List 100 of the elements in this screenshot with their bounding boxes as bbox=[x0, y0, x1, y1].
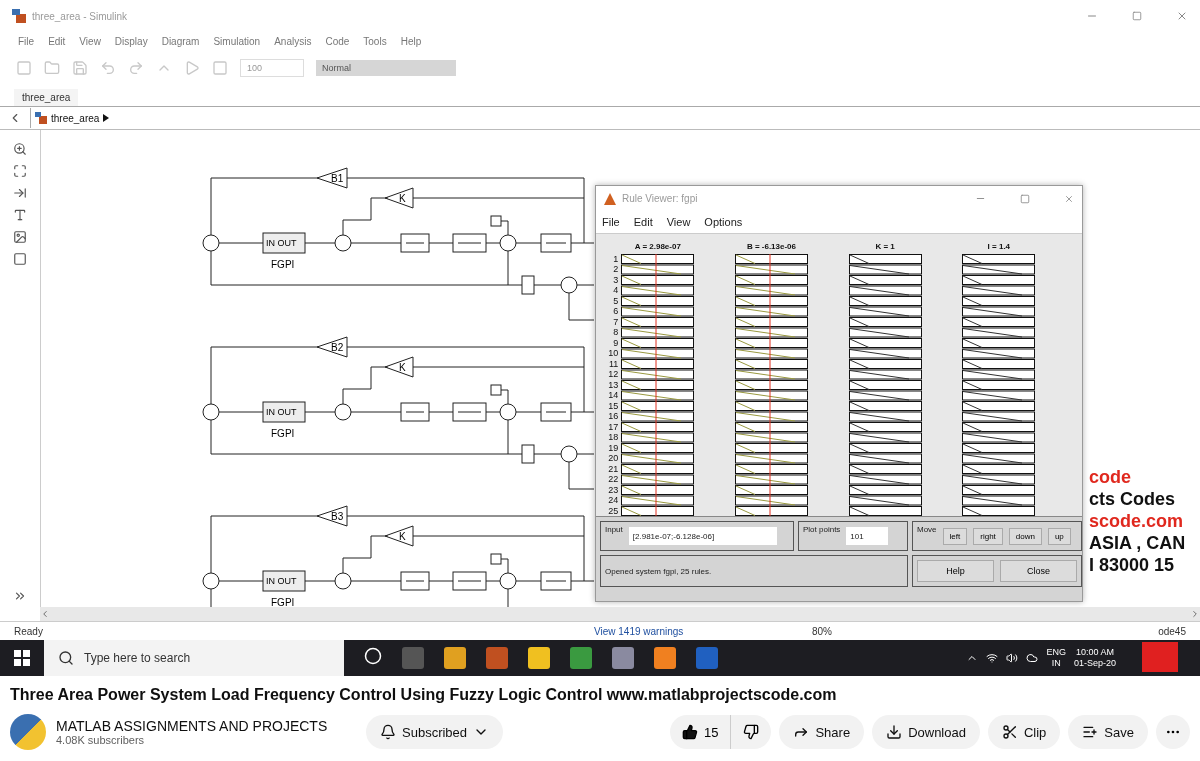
clock-date[interactable]: 01-Sep-20 bbox=[1073, 658, 1116, 669]
wifi-icon[interactable] bbox=[986, 652, 999, 664]
move-button[interactable]: up bbox=[1047, 527, 1071, 545]
arrow-icon[interactable] bbox=[13, 186, 27, 200]
language-text[interactable]: ENG bbox=[1046, 647, 1066, 658]
dialog-button[interactable]: Help bbox=[917, 560, 994, 583]
menu-item[interactable]: Options bbox=[704, 215, 743, 228]
rule-number: 25 bbox=[607, 505, 620, 517]
subscribed-button[interactable]: Subscribed bbox=[366, 715, 504, 749]
clip-button[interactable]: Clip bbox=[987, 715, 1061, 749]
text-icon[interactable] bbox=[13, 208, 27, 222]
thumbs-down-icon bbox=[743, 724, 760, 740]
overlay-text: code bbox=[1089, 468, 1132, 486]
image-icon[interactable] bbox=[13, 230, 27, 244]
zoom-in-icon[interactable] bbox=[13, 142, 27, 156]
rule-number: 12 bbox=[607, 369, 620, 380]
cloud-icon[interactable] bbox=[1026, 652, 1039, 664]
variable-header: I = 1.4 bbox=[986, 241, 1012, 253]
rule-number: 6 bbox=[612, 306, 620, 317]
overlay-text: cts Codes bbox=[1089, 490, 1177, 508]
menu-item[interactable]: File bbox=[18, 35, 35, 47]
maximize-icon[interactable] bbox=[1020, 193, 1030, 204]
folder-icon[interactable] bbox=[44, 60, 60, 76]
rule-number: 18 bbox=[607, 432, 620, 443]
app-icon[interactable] bbox=[696, 647, 718, 669]
redo-icon[interactable] bbox=[128, 60, 144, 76]
region-text[interactable]: IN bbox=[1051, 658, 1061, 669]
warnings-link[interactable]: View 1419 warnings bbox=[594, 625, 812, 637]
undo-icon[interactable] bbox=[100, 60, 116, 76]
breadcrumb-link[interactable]: three_area bbox=[51, 112, 100, 124]
download-button[interactable]: Download bbox=[872, 715, 980, 749]
menu-item[interactable]: File bbox=[602, 215, 620, 228]
speaker-icon[interactable] bbox=[1006, 652, 1019, 664]
rectangle-icon[interactable] bbox=[13, 252, 27, 266]
rule-number: 3 bbox=[612, 274, 620, 286]
app-icon[interactable] bbox=[528, 647, 550, 669]
rule-number: 9 bbox=[612, 337, 620, 349]
simulation-mode-dropdown[interactable]: Normal bbox=[316, 60, 456, 76]
move-button[interactable]: right bbox=[973, 527, 1003, 545]
clock-time[interactable]: 10:00 AM bbox=[1075, 647, 1114, 658]
scroll-left-icon[interactable] bbox=[40, 609, 50, 619]
move-button[interactable]: down bbox=[1008, 527, 1042, 545]
app-icon[interactable] bbox=[486, 647, 508, 669]
taskbar-search-bar[interactable]: Type here to search bbox=[44, 640, 344, 676]
share-button[interactable]: Share bbox=[779, 715, 865, 749]
rule-number: 22 bbox=[607, 474, 620, 485]
input-field[interactable]: [2.981e-07;-6.128e-06] bbox=[628, 527, 777, 546]
menu-item[interactable]: Analysis bbox=[274, 35, 312, 47]
play-icon[interactable] bbox=[184, 60, 200, 76]
model-tab[interactable]: three_area bbox=[14, 89, 79, 106]
app-icon[interactable] bbox=[654, 647, 676, 669]
save-icon[interactable] bbox=[72, 60, 88, 76]
status-message: Opened system fgpi, 25 rules. bbox=[605, 566, 712, 576]
browser-icon[interactable] bbox=[570, 647, 592, 669]
block-label: IN OUT bbox=[266, 576, 297, 586]
more-button[interactable] bbox=[1156, 715, 1190, 749]
menu-item[interactable]: Edit bbox=[633, 215, 653, 228]
rule-number: 4 bbox=[612, 285, 620, 296]
restore-icon[interactable] bbox=[1132, 11, 1142, 21]
overlay-text: scode.com bbox=[1089, 512, 1185, 530]
stop-icon[interactable] bbox=[212, 60, 228, 76]
gain-label: K bbox=[399, 531, 406, 542]
close-icon[interactable] bbox=[1064, 193, 1074, 204]
task-view-icon[interactable] bbox=[402, 647, 424, 669]
gain-label: B1 bbox=[331, 173, 344, 184]
move-label: Move bbox=[917, 524, 937, 535]
plot-points-field[interactable]: 101 bbox=[846, 527, 889, 546]
menu-item[interactable]: View bbox=[666, 215, 691, 228]
search-field[interactable]: Type here to search bbox=[82, 650, 326, 666]
app-icon[interactable] bbox=[612, 647, 634, 669]
save-button[interactable]: Save bbox=[1068, 715, 1148, 749]
menu-item[interactable]: View bbox=[79, 35, 101, 47]
status-text: Ready bbox=[14, 625, 44, 637]
dialog-button[interactable]: Close bbox=[1000, 560, 1077, 583]
channel-avatar[interactable] bbox=[10, 714, 46, 750]
close-icon[interactable] bbox=[1176, 10, 1188, 22]
menu-item[interactable]: Diagram bbox=[161, 35, 200, 47]
overlay-text: ASIA , CAN bbox=[1089, 534, 1186, 552]
new-icon[interactable] bbox=[16, 60, 32, 76]
rule-number: 20 bbox=[607, 453, 620, 464]
folder-icon[interactable] bbox=[444, 647, 466, 669]
menu-item[interactable]: Tools bbox=[363, 35, 387, 47]
rule-number: 17 bbox=[607, 421, 620, 433]
scissors-icon bbox=[1001, 724, 1018, 740]
menu-item[interactable]: Help bbox=[400, 35, 422, 47]
fit-icon[interactable] bbox=[13, 164, 27, 178]
model-icon bbox=[35, 112, 47, 124]
menu-item[interactable]: Simulation bbox=[213, 35, 261, 47]
horizontal-scrollbar[interactable] bbox=[40, 607, 1200, 621]
menu-item[interactable]: Edit bbox=[48, 35, 66, 47]
channel-name[interactable]: MATLAB ASSIGNMENTS AND PROJECTS bbox=[56, 718, 356, 734]
rule-number: 8 bbox=[612, 327, 620, 338]
block-label: IN OUT bbox=[266, 238, 297, 248]
variable-header: K = 1 bbox=[874, 241, 896, 253]
rule-number: 14 bbox=[607, 390, 620, 401]
menu-item[interactable]: Code bbox=[325, 35, 350, 47]
menu-item[interactable]: Display bbox=[114, 35, 148, 47]
rule-number: 16 bbox=[607, 411, 620, 422]
move-button[interactable]: left bbox=[942, 527, 968, 545]
scroll-right-icon[interactable] bbox=[1190, 609, 1200, 619]
